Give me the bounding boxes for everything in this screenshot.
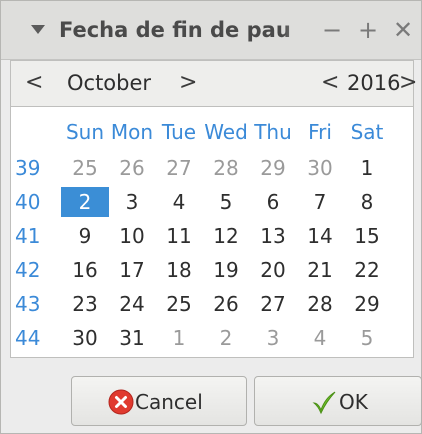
day-name-mon: Mon: [110, 120, 154, 144]
calendar-day[interactable]: 4: [296, 323, 344, 353]
ok-button[interactable]: OK: [254, 376, 422, 426]
calendar-day[interactable]: 21: [296, 255, 344, 285]
calendar-day[interactable]: 25: [155, 289, 203, 319]
month-label: October: [67, 71, 152, 95]
day-name-wed: Wed: [204, 120, 248, 144]
week-number: 40: [15, 190, 41, 214]
title-bar: Fecha de fin de pau − + ✕: [1, 1, 421, 60]
calendar-day[interactable]: 4: [155, 187, 203, 217]
calendar-day[interactable]: 28: [202, 153, 250, 183]
next-month-button[interactable]: >: [179, 67, 197, 99]
calendar-day[interactable]: 31: [108, 323, 156, 353]
calendar-day[interactable]: 2: [202, 323, 250, 353]
calendar-day[interactable]: 12: [202, 221, 250, 251]
calendar-day[interactable]: 30: [296, 153, 344, 183]
close-button[interactable]: ✕: [390, 15, 416, 45]
next-year-button[interactable]: >: [399, 67, 417, 99]
calendar-day[interactable]: 16: [61, 255, 109, 285]
previous-year-button[interactable]: <: [321, 67, 339, 99]
day-name-thu: Thu: [254, 120, 292, 144]
calendar-day[interactable]: 20: [249, 255, 297, 285]
calendar-day[interactable]: 5: [343, 323, 391, 353]
window-menu-arrow-icon[interactable]: [31, 25, 45, 34]
calendar-day[interactable]: 17: [108, 255, 156, 285]
week-number: 42: [15, 258, 41, 282]
calendar-day[interactable]: 18: [155, 255, 203, 285]
window-title: Fecha de fin de pau: [59, 15, 317, 45]
calendar-day[interactable]: 1: [155, 323, 203, 353]
cancel-label: Cancel: [135, 390, 203, 414]
calendar-day[interactable]: 30: [61, 323, 109, 353]
calendar-day[interactable]: 23: [61, 289, 109, 319]
cancel-button[interactable]: Cancel: [71, 376, 247, 426]
calendar-day[interactable]: 28: [296, 289, 344, 319]
calendar-header: < October > < 2016 >: [10, 60, 417, 106]
calendar-day[interactable]: 25: [61, 153, 109, 183]
calendar-day[interactable]: 6: [249, 187, 297, 217]
week-number: 43: [15, 292, 41, 316]
maximize-button[interactable]: +: [355, 15, 381, 45]
calendar-day[interactable]: 11: [155, 221, 203, 251]
calendar-day[interactable]: 7: [296, 187, 344, 217]
previous-month-button[interactable]: <: [25, 67, 43, 99]
calendar-day[interactable]: 26: [108, 153, 156, 183]
week-number: 41: [15, 224, 41, 248]
calendar-day[interactable]: 8: [343, 187, 391, 217]
week-number: 39: [15, 156, 41, 180]
calendar-day[interactable]: 3: [249, 323, 297, 353]
ok-label: OK: [339, 390, 368, 414]
week-number: 44: [15, 326, 41, 350]
calendar-day[interactable]: 15: [343, 221, 391, 251]
calendar-day[interactable]: 24: [108, 289, 156, 319]
calendar-day[interactable]: 27: [155, 153, 203, 183]
calendar-day[interactable]: 5: [202, 187, 250, 217]
calendar-day[interactable]: 10: [108, 221, 156, 251]
calendar-day[interactable]: 27: [249, 289, 297, 319]
day-name-sat: Sat: [350, 120, 384, 144]
calendar-day-selected[interactable]: 2: [61, 187, 109, 217]
calendar-day[interactable]: 26: [202, 289, 250, 319]
calendar-day[interactable]: 19: [202, 255, 250, 285]
calendar-day[interactable]: 14: [296, 221, 344, 251]
cancel-icon: [108, 389, 134, 415]
day-name-fri: Fri: [308, 120, 332, 144]
minimize-button[interactable]: −: [319, 15, 345, 45]
calendar-grid: Sun Mon Tue Wed Thu Fri Sat 39 25 26 27 28 29 30 1 40 2 3…: [10, 106, 414, 358]
calendar-day[interactable]: 3: [108, 187, 156, 217]
date-dialog-window: Fecha de fin de pau − + ✕ < October > < …: [0, 0, 422, 434]
calendar-day[interactable]: 29: [343, 289, 391, 319]
calendar-day[interactable]: 1: [343, 153, 391, 183]
calendar-day[interactable]: 29: [249, 153, 297, 183]
day-name-sun: Sun: [65, 120, 105, 144]
year-label: 2016: [347, 71, 401, 95]
calendar-day[interactable]: 22: [343, 255, 391, 285]
calendar-day[interactable]: 13: [249, 221, 297, 251]
check-icon: [312, 391, 336, 415]
day-name-tue: Tue: [161, 120, 197, 144]
calendar-day[interactable]: 9: [61, 221, 109, 251]
